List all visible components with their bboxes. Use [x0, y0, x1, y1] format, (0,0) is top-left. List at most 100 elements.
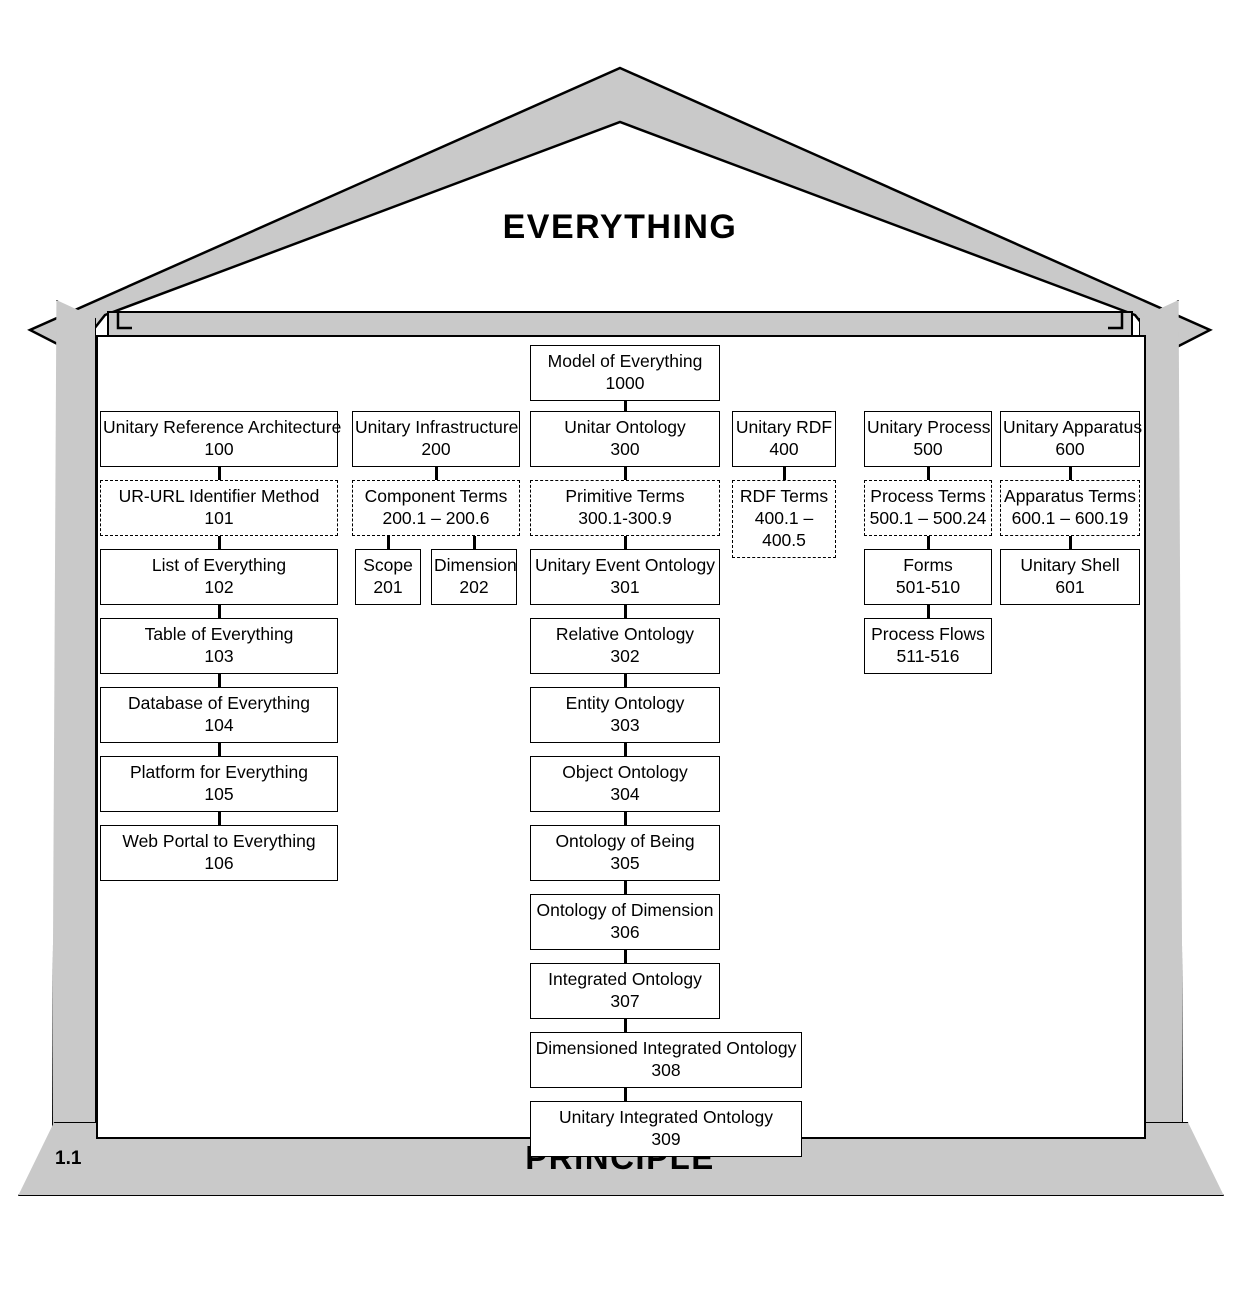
- node-title: Component Terms: [364, 486, 508, 506]
- node-title: Unitary Shell: [1020, 555, 1120, 575]
- node-number: 601: [1055, 577, 1085, 597]
- node-unitar-ontology-305[interactable]: Ontology of Being 305: [530, 825, 720, 881]
- connector-line: [434, 467, 438, 480]
- node-number: 309: [651, 1129, 681, 1149]
- node-title: Process Terms: [870, 486, 986, 506]
- node-unitar-ontology-301[interactable]: Unitary Event Ontology 301: [530, 549, 720, 605]
- node-number: 305: [610, 853, 640, 873]
- node-title: Table of Everything: [144, 624, 294, 644]
- node-number: 300: [610, 439, 640, 459]
- node-unitary-reference-architecture-100[interactable]: Unitary Reference Architecture 100: [100, 411, 342, 467]
- node-number: 1000: [605, 373, 645, 393]
- connector-line: [623, 467, 627, 480]
- node-unitar-ontology-309[interactable]: Unitary Integrated Ontology 309: [530, 1101, 802, 1157]
- node-unitary-process-500.1---500.24[interactable]: Process Terms 500.1 – 500.24: [864, 480, 992, 536]
- connector-line: [623, 674, 627, 687]
- split-cell: Dimension 202: [431, 536, 517, 605]
- node-title: Unitary Reference Architecture: [103, 417, 342, 437]
- connector-line: [623, 743, 627, 756]
- connector-line: [217, 536, 221, 549]
- node-unitary-process-511-516[interactable]: Process Flows 511-516: [864, 618, 992, 674]
- connector-line: [623, 1088, 627, 1101]
- node-number: 511-516: [896, 646, 960, 666]
- node-title: Apparatus Terms: [1004, 486, 1136, 506]
- connector-line: [623, 881, 627, 894]
- node-number: 500: [913, 439, 943, 459]
- connector-line: [217, 674, 221, 687]
- node-unitar-ontology-307[interactable]: Integrated Ontology 307: [530, 963, 720, 1019]
- connector-line: [217, 743, 221, 756]
- node-unitar-ontology-300.1-300.9[interactable]: Primitive Terms 300.1-300.9: [530, 480, 720, 536]
- connector-line: [926, 536, 930, 549]
- node-number: 501-510: [895, 577, 961, 597]
- node-number: 308: [651, 1060, 681, 1080]
- node-title: Unitary Apparatus: [1003, 417, 1143, 437]
- node-title: Ontology of Dimension: [536, 900, 714, 920]
- node-number: 202: [459, 577, 489, 597]
- node-unitary-infrastructure-200.1---200.6[interactable]: Component Terms 200.1 – 200.6: [352, 480, 520, 536]
- node-unitary-reference-architecture-102[interactable]: List of Everything 102: [100, 549, 338, 605]
- node-unitary-rdf-400[interactable]: Unitary RDF 400: [732, 411, 836, 467]
- column-unitary-infrastructure: Unitary Infrastructure 200 Component Terms…: [352, 411, 520, 605]
- node-title: Scope: [363, 555, 413, 575]
- node-title: Entity Ontology: [565, 693, 685, 713]
- node-unitary-infrastructure-200[interactable]: Unitary Infrastructure 200: [352, 411, 520, 467]
- node-title: Web Portal to Everything: [122, 831, 316, 851]
- node-title: Unitary Event Ontology: [535, 555, 715, 575]
- node-unitary-reference-architecture-106[interactable]: Web Portal to Everything 106: [100, 825, 338, 881]
- node-unitar-ontology-308[interactable]: Dimensioned Integrated Ontology 308: [530, 1032, 802, 1088]
- connector-line: [217, 605, 221, 618]
- node-unitary-apparatus-601[interactable]: Unitary Shell 601: [1000, 549, 1140, 605]
- node-unitar-ontology-306[interactable]: Ontology of Dimension 306: [530, 894, 720, 950]
- node-number: 200.1 – 200.6: [382, 508, 490, 528]
- node-title: Platform for Everything: [130, 762, 308, 782]
- column-unitary-process: Unitary Process 500 Process Terms 500.1 – 5…: [864, 411, 992, 674]
- node-number: 600.1 – 600.19: [1011, 508, 1129, 528]
- node-title: RDF Terms: [739, 486, 829, 506]
- node-number: 103: [204, 646, 234, 666]
- node-unitar-ontology-304[interactable]: Object Ontology 304: [530, 756, 720, 812]
- node-number: 200: [421, 439, 451, 459]
- node-title: Process Flows: [871, 624, 985, 644]
- node-model-of-everything[interactable]: Model of Everything 1000: [530, 345, 720, 414]
- node-number: 105: [204, 784, 234, 804]
- column-unitary-rdf: Unitary RDF 400 RDF Terms 400.1 – 400.5: [732, 411, 836, 558]
- node-title: Ontology of Being: [555, 831, 695, 851]
- node-number: 302: [610, 646, 640, 666]
- node-title: Database of Everything: [128, 693, 310, 713]
- node-title: Model of Everything: [547, 351, 703, 371]
- node-unitary-reference-architecture-103[interactable]: Table of Everything 103: [100, 618, 338, 674]
- node-unitary-reference-architecture-104[interactable]: Database of Everything 104: [100, 687, 338, 743]
- node-number: 301: [610, 577, 640, 597]
- column-unitary-reference-architecture: Unitary Reference Architecture 100 UR-URL …: [100, 411, 342, 881]
- connector-line: [1068, 536, 1072, 549]
- node-unitar-ontology-302[interactable]: Relative Ontology 302: [530, 618, 720, 674]
- node-unitary-infrastructure-202[interactable]: Dimension 202: [431, 549, 517, 605]
- node-unitary-rdf-400.1---400.5[interactable]: RDF Terms 400.1 – 400.5: [732, 480, 836, 558]
- node-title: Unitary RDF: [735, 417, 833, 437]
- node-unitary-reference-architecture-101[interactable]: UR-URL Identifier Method 101: [100, 480, 338, 536]
- node-unitary-infrastructure-201[interactable]: Scope 201: [355, 549, 421, 605]
- node-number: 101: [204, 508, 234, 528]
- node-unitary-process-501-510[interactable]: Forms 501-510: [864, 549, 992, 605]
- node-number: 306: [610, 922, 640, 942]
- node-title: Unitary Process: [867, 417, 991, 437]
- node-title: Dimensioned Integrated Ontology: [535, 1038, 797, 1058]
- node-unitary-apparatus-600[interactable]: Unitary Apparatus 600: [1000, 411, 1143, 467]
- node-unitary-process-500[interactable]: Unitary Process 500: [864, 411, 992, 467]
- node-unitar-ontology-303[interactable]: Entity Ontology 303: [530, 687, 720, 743]
- node-number: 400: [769, 439, 799, 459]
- node-unitary-reference-architecture-105[interactable]: Platform for Everything 105: [100, 756, 338, 812]
- node-unitar-ontology-300[interactable]: Unitar Ontology 300: [530, 411, 720, 467]
- node-number: 304: [610, 784, 640, 804]
- connector-line: [623, 950, 627, 963]
- connector-line: [623, 1019, 627, 1032]
- model-of-everything-box[interactable]: Model of Everything 1000: [530, 345, 720, 401]
- node-number: 500.1 – 500.24: [869, 508, 987, 528]
- left-wall: [52, 300, 96, 1132]
- node-unitary-apparatus-600.1---600.19[interactable]: Apparatus Terms 600.1 – 600.19: [1000, 480, 1140, 536]
- node-number: 104: [204, 715, 234, 735]
- node-number: 201: [373, 577, 403, 597]
- node-title: Forms: [903, 555, 953, 575]
- node-title: Dimension: [434, 555, 517, 575]
